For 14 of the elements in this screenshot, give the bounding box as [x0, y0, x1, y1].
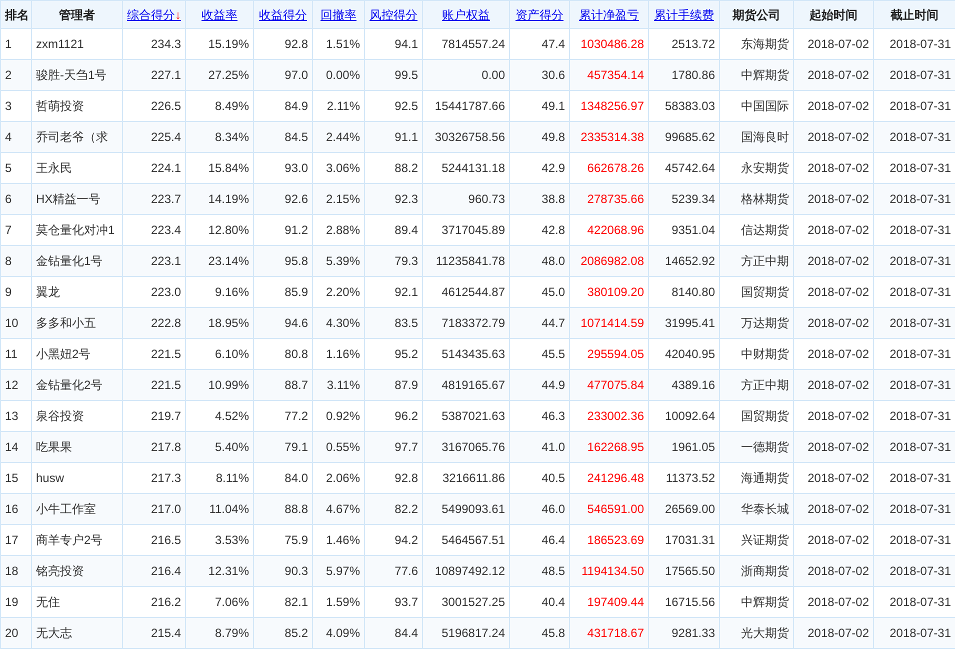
table-cell: 431718.67: [570, 618, 648, 648]
table-cell: 85.2: [254, 618, 312, 648]
table-cell: 215.4: [122, 618, 186, 648]
table-cell: 光大期货: [720, 618, 794, 648]
table-cell: 5196817.24: [422, 618, 510, 648]
table-cell: 无大志: [32, 618, 122, 648]
table-cell: 4.09%: [312, 618, 364, 648]
table-cell: 9281.33: [648, 618, 720, 648]
table-cell: 45.8: [510, 618, 570, 648]
table-cell: 20: [0, 618, 32, 648]
table-cell: 2018-07-02: [794, 618, 874, 648]
table-cell: 84.4: [364, 618, 422, 648]
column-header: 排名: [0, 0, 32, 28]
table-cell: 8.79%: [186, 618, 254, 648]
